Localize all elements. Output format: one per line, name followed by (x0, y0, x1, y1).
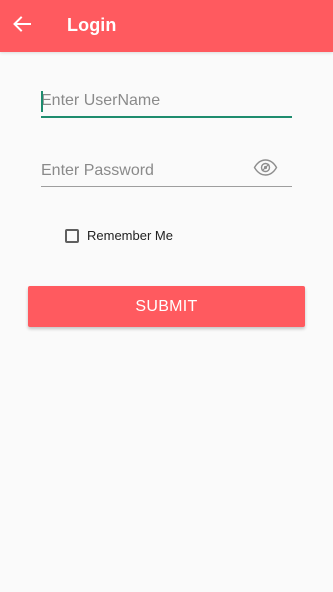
username-input[interactable] (41, 89, 292, 113)
text-cursor (41, 91, 43, 112)
remember-me-checkbox[interactable]: Remember Me (65, 228, 173, 243)
password-visibility-toggle[interactable] (252, 159, 278, 181)
submit-button[interactable]: SUBMIT (28, 286, 305, 327)
password-underline (41, 186, 292, 187)
password-field-container (41, 159, 292, 187)
page-title: Login (67, 15, 117, 35)
username-field-container (41, 89, 292, 118)
username-underline (41, 116, 292, 118)
checkbox-box[interactable] (65, 228, 79, 243)
eye-icon (253, 159, 278, 181)
app-bar: Login (0, 0, 333, 52)
remember-me-label: Remember Me (87, 228, 173, 243)
back-button[interactable] (10, 14, 34, 38)
arrow-back-icon (13, 15, 31, 37)
